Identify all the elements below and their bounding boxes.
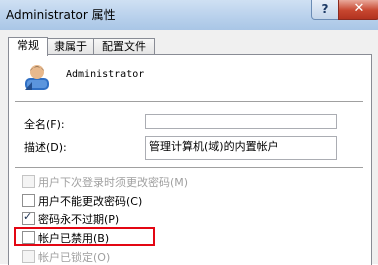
tab-general[interactable]: 常规 [8, 37, 48, 56]
password-never-expires-checkbox[interactable]: ✓ [22, 210, 35, 225]
tab-member-of[interactable]: 隶属于 [46, 38, 95, 55]
cannot-change-password-checkbox[interactable] [22, 194, 35, 207]
account-locked-label: 帐户已锁定(O) [38, 251, 111, 264]
full-name-label: 全名(F): [24, 118, 65, 131]
tab-profile[interactable]: 配置文件 [93, 38, 155, 55]
user-account-icon [25, 65, 49, 90]
must-change-password-checkbox[interactable] [22, 175, 35, 188]
password-never-expires-label: 密码永不过期(P) [38, 213, 120, 226]
highlight-box [14, 227, 155, 246]
full-name-input[interactable] [145, 114, 337, 129]
close-button[interactable]: ✕ [338, 0, 378, 20]
account-locked-checkbox[interactable] [22, 250, 35, 263]
description-label: 描述(D): [24, 141, 67, 154]
cannot-change-password-label: 用户不能更改密码(C) [38, 195, 143, 208]
must-change-password-label: 用户下次登录时须更改密码(M) [38, 176, 189, 189]
user-name: Administrator [66, 69, 145, 80]
separator [15, 101, 363, 103]
checkmark-icon: ✓ [23, 210, 33, 223]
separator [15, 167, 363, 169]
help-button[interactable]: ? [311, 0, 339, 20]
description-input[interactable]: 管理计算机(域)的内置帐户 [145, 136, 337, 160]
title-bar: Administrator 属性 ? ✕ [0, 0, 378, 30]
window-title: Administrator 属性 [6, 8, 116, 22]
